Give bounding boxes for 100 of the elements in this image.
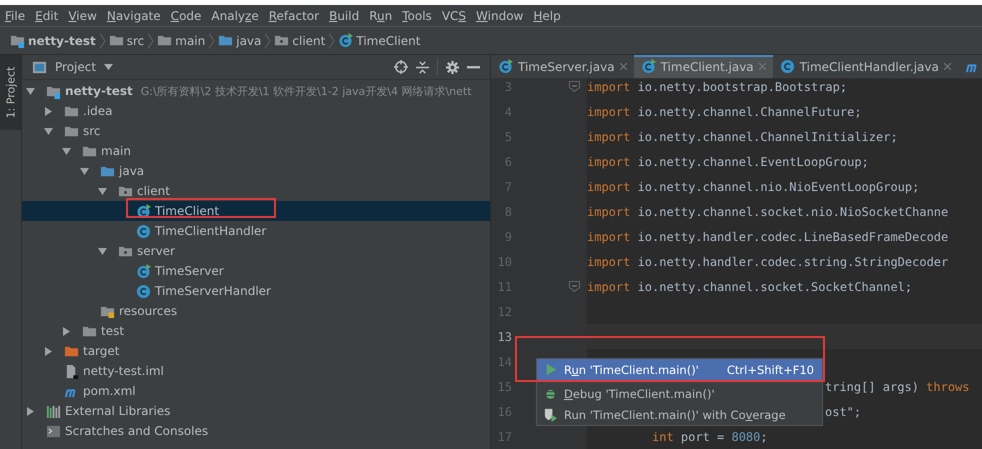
expand-arrow-icon[interactable] xyxy=(26,86,35,96)
code-line: import io.netty.channel.socket.SocketChannel; xyxy=(587,280,912,294)
close-icon[interactable] xyxy=(620,63,627,70)
expand-arrow-icon[interactable] xyxy=(44,106,53,116)
tree-row[interactable]: src xyxy=(22,121,490,141)
class-run-icon xyxy=(640,59,656,74)
close-icon[interactable] xyxy=(944,63,951,70)
code-line: import io.netty.handler.codec.string.StringDecoder xyxy=(587,254,948,268)
minimize-icon[interactable] xyxy=(467,65,480,69)
breadcrumb-item[interactable]: client xyxy=(292,34,326,48)
tree-item-label: test xyxy=(101,324,124,338)
menu-item[interactable]: Refactor xyxy=(268,8,320,22)
tree-item-label: src xyxy=(83,124,101,138)
fold-marker-icon[interactable] xyxy=(569,80,580,92)
expand-arrow-icon[interactable] xyxy=(98,186,107,196)
tree-row[interactable]: TimeClient xyxy=(22,201,490,221)
tree-row[interactable]: TimeServer xyxy=(22,261,490,281)
menu-item[interactable]: Debug 'TimeClient.main()' xyxy=(537,383,822,404)
folder-icon xyxy=(157,33,172,48)
code-line: ost"; xyxy=(825,404,862,418)
menu-item[interactable]: File xyxy=(5,8,26,22)
expand-arrow-icon[interactable] xyxy=(44,126,53,136)
tree-item-label: pom.xml xyxy=(83,384,136,398)
tree-row[interactable]: main xyxy=(22,141,490,161)
editor-tab[interactable]: TimeServer.java xyxy=(491,55,634,78)
code-line: import io.netty.channel.ChannelFuture; xyxy=(587,104,862,118)
folder-icon xyxy=(218,33,234,48)
tree-row[interactable]: TimeClientHandler xyxy=(22,221,490,241)
tree-item-label: External Libraries xyxy=(65,404,170,418)
tree-item-label: Scratches and Consoles xyxy=(65,424,208,438)
tree-row[interactable]: test xyxy=(22,321,490,341)
console-icon xyxy=(46,424,61,438)
class-icon xyxy=(136,284,151,298)
breadcrumb-item[interactable]: main xyxy=(175,34,206,48)
code-line: import io.netty.channel.nio.NioEventLoopGroup; xyxy=(587,180,920,194)
menu-item[interactable]: Run 'TimeClient.main()' with Coverage xyxy=(537,404,822,425)
class-run-icon xyxy=(136,264,151,278)
menu-item[interactable]: Analyze xyxy=(211,8,259,22)
class-icon xyxy=(780,59,795,74)
code-line: import io.netty.handler.codec.LineBasedFrameDecode xyxy=(587,230,948,244)
breadcrumb-item[interactable]: TimeClient xyxy=(356,34,420,48)
package-folder-icon xyxy=(274,33,290,48)
path-hint: G:\所有资料\2 技术开发\1 软件开发\1-2 java开发\4 网络请求\nett xyxy=(140,84,472,98)
shield-run-icon xyxy=(543,407,558,422)
dropdown-icon[interactable] xyxy=(104,64,114,70)
shortcut-text: Ctrl+Shift+F10 xyxy=(726,362,814,376)
tree-row[interactable]: java xyxy=(22,161,490,181)
tree-row[interactable]: .idea xyxy=(22,101,490,121)
menu-item[interactable]: View xyxy=(68,8,97,22)
chevron-icon xyxy=(100,32,105,48)
menu-item[interactable]: Edit xyxy=(35,8,58,22)
chevron-icon xyxy=(209,32,214,48)
expand-arrow-icon[interactable] xyxy=(62,146,71,156)
tree-row[interactable]: resources xyxy=(22,301,490,321)
locate-icon[interactable] xyxy=(394,60,408,74)
tree-item-label: .idea xyxy=(83,104,113,118)
tree-row[interactable]: target xyxy=(22,341,490,361)
breadcrumb-item[interactable]: java xyxy=(236,34,262,48)
expand-arrow-icon[interactable] xyxy=(26,406,35,416)
chevron-icon xyxy=(265,32,270,48)
tree-row[interactable]: External Libraries xyxy=(22,401,490,421)
chevron-icon xyxy=(148,32,154,48)
expand-arrow-icon[interactable] xyxy=(62,326,71,336)
tree-row[interactable]: netty-test.iml xyxy=(22,361,490,381)
tree-item-label: TimeServerHandler xyxy=(155,284,271,298)
menu-item[interactable]: Run xyxy=(369,8,392,22)
panel-title[interactable]: Project xyxy=(55,60,96,74)
menu-item[interactable]: Build xyxy=(329,8,360,22)
expand-arrow-icon[interactable] xyxy=(80,166,89,176)
breadcrumb-item[interactable]: netty-test xyxy=(28,34,96,48)
tree-row[interactable]: server xyxy=(22,241,490,261)
tree-row[interactable]: Scratches and Consoles xyxy=(22,421,490,441)
menu-item[interactable]: Navigate xyxy=(106,8,161,22)
tree-item-label: resources xyxy=(119,304,178,318)
settings-icon[interactable] xyxy=(446,60,459,74)
tree-item-label: target xyxy=(83,344,120,358)
class-run-icon xyxy=(338,33,354,48)
code-line: import io.netty.channel.ChannelInitializer; xyxy=(587,130,898,144)
tree-row[interactable]: pom.xml xyxy=(22,381,490,401)
fold-marker-icon[interactable] xyxy=(569,280,580,292)
menu-item[interactable]: Window xyxy=(476,8,524,22)
file-icon xyxy=(64,364,79,378)
breadcrumb-item[interactable]: src xyxy=(126,34,144,48)
tree-row[interactable]: client xyxy=(22,181,490,201)
expand-arrow-icon[interactable] xyxy=(44,346,53,356)
project-side-tab[interactable]: 1: Project xyxy=(0,55,21,130)
menu-item[interactable]: VCS xyxy=(442,8,466,22)
tree-row[interactable]: TimeServerHandler xyxy=(22,281,490,301)
menu-item[interactable]: Code xyxy=(170,8,202,22)
editor-tab[interactable]: TimeClient.java xyxy=(634,55,773,78)
tree-item-label: netty-test.iml xyxy=(83,364,164,378)
menu-item[interactable]: Tools xyxy=(402,8,432,22)
menu-item[interactable]: Help xyxy=(533,8,561,22)
collapse-all-icon[interactable] xyxy=(416,60,429,74)
folder-icon xyxy=(108,33,124,48)
menu-item[interactable]: Run 'TimeClient.main()' Ctrl+Shift+F10 xyxy=(537,359,822,380)
tree-row[interactable]: netty-test G:\所有资料\2 技术开发\1 软件开发\1-2 java开发\4 网络请求\nett xyxy=(22,81,490,101)
expand-arrow-icon[interactable] xyxy=(98,246,107,256)
editor-tab[interactable]: TimeClientHandler.java xyxy=(772,55,958,78)
tree-item-label: netty-test xyxy=(65,84,133,98)
